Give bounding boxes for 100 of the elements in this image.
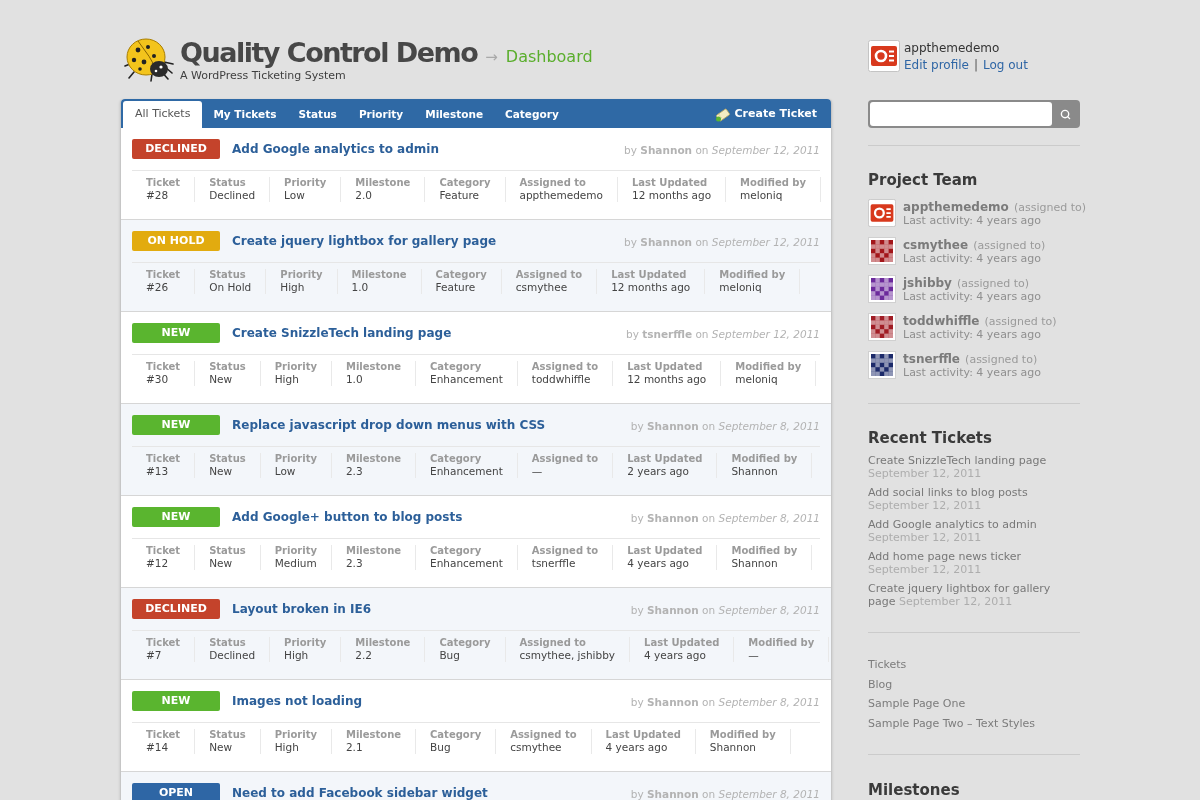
page-link[interactable]: Tickets — [868, 658, 1080, 673]
account-link[interactable]: Log out — [983, 57, 1028, 74]
field-label: Priority — [274, 361, 317, 373]
field-value: High — [274, 741, 300, 754]
field-value: Feature — [435, 281, 477, 294]
field-value: Enhancement — [430, 465, 503, 478]
field-label: Milestone — [351, 269, 407, 281]
field-label: Ticket — [146, 453, 181, 465]
tab[interactable]: My Tickets — [202, 101, 288, 128]
field-label: Status — [209, 545, 246, 557]
field-label: Status — [209, 361, 246, 373]
search-icon — [1059, 108, 1071, 120]
ticket-title-link[interactable]: Layout broken in IE6 — [232, 600, 371, 618]
ticket-title-link[interactable]: Images not loading — [232, 692, 363, 710]
field-label: Assigned to — [519, 637, 587, 649]
field-value: #12 — [146, 557, 170, 570]
field-label: Last Updated — [644, 637, 720, 649]
app-avatar-icon — [868, 199, 896, 227]
tab[interactable]: Priority — [347, 101, 415, 128]
tab[interactable]: Milestone — [414, 101, 495, 128]
field-value: 2.3 — [345, 557, 364, 570]
field-label: Modified by — [719, 269, 786, 281]
status-badge: OPEN — [132, 783, 220, 800]
field-label: Last Updated — [627, 453, 703, 465]
member-role: (assigned to) — [957, 277, 1030, 290]
field-value: Feature — [439, 189, 481, 202]
section-heading: Project Team — [868, 170, 979, 190]
field-label: Last Updated — [611, 269, 688, 281]
status-badge: NEW — [132, 323, 220, 343]
field-value: 4 years ago — [605, 741, 669, 754]
tab[interactable]: All Tickets — [123, 101, 203, 128]
ticket-title-link[interactable]: Create jquery lightbox for gallery page — [232, 232, 497, 250]
member-name[interactable]: jshibby — [903, 276, 952, 290]
field-label: Status — [209, 177, 247, 189]
field-value: csmythee — [515, 281, 569, 294]
field-label: Status — [209, 269, 247, 281]
account-username: appthemedemo — [904, 40, 1001, 57]
ticket-title-link[interactable]: Add Google analytics to admin — [232, 140, 439, 158]
create-ticket-button[interactable]: Create Ticket — [714, 101, 817, 128]
field-value: On Hold — [209, 281, 252, 294]
field-label: Category — [439, 177, 491, 189]
field-label: Modified by — [731, 453, 798, 465]
site-title: Quality Control Demo — [180, 36, 478, 70]
field-label: Priority — [274, 729, 317, 741]
field-value: meloniq — [719, 281, 763, 294]
field-value: High — [280, 281, 306, 294]
field-value: 1.0 — [345, 373, 364, 386]
status-badge: NEW — [132, 507, 220, 527]
account-link[interactable]: Edit profile — [904, 57, 969, 74]
field-label: Milestone — [355, 637, 411, 649]
field-label: Category — [430, 545, 483, 557]
field-value: tsnerffle — [531, 557, 577, 570]
field-label: Status — [209, 637, 247, 649]
ticket-title-link[interactable]: Need to add Facebook sidebar widget — [232, 784, 488, 800]
field-value: Declined — [209, 189, 256, 202]
field-value: New — [209, 373, 234, 386]
ticket-title-link[interactable]: Add Google+ button to blog posts — [232, 508, 463, 526]
ladybug-icon — [124, 36, 174, 82]
field-value: Shannon — [731, 465, 779, 478]
field-label: Assigned to — [531, 545, 599, 557]
app-avatar-icon — [868, 40, 900, 72]
field-label: Last Updated — [605, 729, 681, 741]
ticket-byline: by Shannon on September 8, 2011 — [630, 418, 820, 434]
page-link[interactable]: Blog — [868, 677, 1080, 692]
field-value: Low — [284, 189, 306, 202]
field-value: 2.1 — [345, 741, 364, 754]
status-badge: DECLINED — [132, 139, 220, 159]
member-name[interactable]: csmythee — [903, 238, 969, 252]
ticket-byline: by Shannon on September 8, 2011 — [630, 694, 820, 710]
field-value: 2.3 — [345, 465, 364, 478]
field-value: 12 months ago — [611, 281, 691, 294]
status-badge: ON HOLD — [132, 231, 220, 251]
member-name[interactable]: appthemedemo — [903, 200, 1009, 214]
identicon-avatar-icon — [868, 275, 896, 303]
ticket-byline: by Shannon on September 8, 2011 — [630, 510, 820, 526]
ticket-byline: by Shannon on September 8, 2011 — [630, 602, 820, 618]
field-label: Ticket — [146, 545, 181, 557]
tab[interactable]: Status — [287, 101, 348, 128]
field-value: New — [209, 465, 234, 478]
field-label: Milestone — [345, 545, 402, 557]
ticket-byline: by Shannon on September 8, 2011 — [630, 786, 820, 800]
field-value: 1.0 — [351, 281, 370, 294]
field-label: Milestone — [345, 453, 402, 465]
page-link[interactable]: Sample Page One — [868, 697, 1080, 712]
search-field[interactable] — [870, 102, 1052, 126]
field-label: Assigned to — [515, 269, 583, 281]
field-value: Declined — [209, 649, 256, 662]
field-label: Milestone — [345, 361, 402, 373]
member-name[interactable]: tsnerffle — [903, 352, 960, 366]
ticket-byline: by tsnerffle on September 12, 2011 — [626, 326, 820, 342]
status-badge: NEW — [132, 691, 220, 711]
field-value: New — [209, 741, 234, 754]
field-value: New — [209, 557, 234, 570]
field-label: Assigned to — [510, 729, 577, 741]
ticket-title-link[interactable]: Replace javascript drop down menus with CSS — [232, 416, 546, 434]
page-link[interactable]: Sample Page Two – Text Styles — [868, 716, 1080, 731]
ticket-title-link[interactable]: Create SnizzleTech landing page — [232, 324, 452, 342]
member-name[interactable]: toddwhiffle — [903, 314, 980, 328]
tab[interactable]: Category — [494, 101, 570, 128]
link-separator: | — [973, 57, 978, 74]
